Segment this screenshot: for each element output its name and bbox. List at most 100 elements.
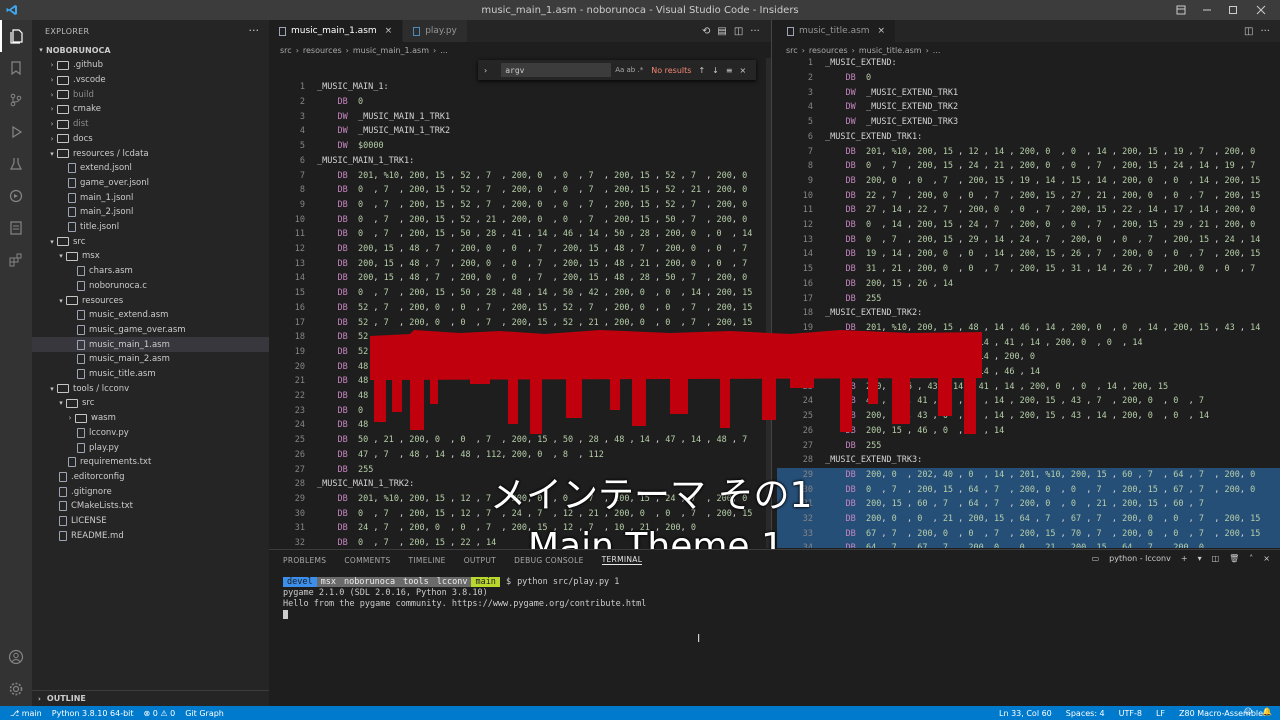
account-icon[interactable]	[0, 641, 32, 673]
split-editor-icon[interactable]: ◫	[734, 26, 743, 37]
run-debug-icon[interactable]	[0, 116, 32, 148]
find-options[interactable]: Aa ab .*	[615, 66, 643, 74]
breadcrumb-item[interactable]: src	[786, 46, 798, 55]
split-terminal-icon[interactable]: ◫	[1212, 554, 1220, 563]
tree-file[interactable]: .gitignore	[32, 484, 269, 499]
code-line[interactable]: 30 DB 0 , 7 , 200, 15 , 64 , 7 , 200, 0 …	[777, 482, 1280, 497]
tab-debug-console[interactable]: DEBUG CONSOLE	[514, 556, 584, 565]
code-line[interactable]: 34 DB 64 , 7 , 67 , 7 , 200, 0 , 0 , 21 …	[777, 541, 1280, 548]
code-line[interactable]: 25 DB 50 , 21 , 200, 0 , 0 , 7 , 200, 15…	[269, 433, 771, 448]
code-line[interactable]: 16 DB 52 , 7 , 200, 0 , 0 , 7 , 200, 15 …	[269, 301, 771, 316]
tree-file[interactable]: music_main_2.asm	[32, 352, 269, 367]
notebook-icon[interactable]	[0, 212, 32, 244]
tab-play-py[interactable]: play.py	[403, 20, 468, 42]
tree-file[interactable]: music_main_1.asm	[32, 337, 269, 352]
tree-file[interactable]: play.py	[32, 440, 269, 455]
code-line[interactable]: 4 DW _MUSIC_EXTEND_TRK2	[777, 100, 1280, 115]
code-line[interactable]: 28 _MUSIC_EXTEND_TRK3:	[777, 453, 1280, 468]
tree-folder[interactable]: ▾ resources	[32, 293, 269, 308]
find-input[interactable]: argv	[501, 63, 612, 77]
code-line[interactable]: 13 DB 0 , 7 , 200, 15 , 29 , 14 , 24 , 7…	[777, 232, 1280, 247]
code-line[interactable]: 16 DB 200, 15 , 26 , 14	[777, 277, 1280, 292]
breadcrumb-item[interactable]: src	[280, 46, 292, 55]
tree-file[interactable]: .editorconfig	[32, 470, 269, 485]
settings-gear-icon[interactable]	[0, 673, 32, 705]
code-line[interactable]: 2 DB 0	[269, 95, 771, 110]
code-line[interactable]: 2 DB 0	[777, 71, 1280, 86]
tree-file[interactable]: music_title.asm	[32, 367, 269, 382]
tree-folder[interactable]: › .github	[32, 58, 269, 73]
code-line[interactable]: 14 DB 19 , 14 , 200, 0 , 0 , 14 , 200, 1…	[777, 247, 1280, 262]
terminal-name[interactable]: python - lcconv	[1109, 554, 1171, 563]
tree-file[interactable]: main_2.jsonl	[32, 205, 269, 220]
language-mode[interactable]: Z80 Macro-Assembler	[1179, 709, 1266, 718]
tree-file[interactable]: title.jsonl	[32, 220, 269, 235]
tree-file[interactable]: requirements.txt	[32, 455, 269, 470]
tree-folder[interactable]: › .vscode	[32, 73, 269, 88]
code-line[interactable]: 27 DB 255	[777, 438, 1280, 453]
chevron-down-icon[interactable]: ▾	[1198, 554, 1202, 563]
open-changes-icon[interactable]: ⟲	[702, 26, 710, 37]
code-line[interactable]: 5 DW _MUSIC_EXTEND_TRK3	[777, 115, 1280, 130]
tree-file[interactable]: chars.asm	[32, 264, 269, 279]
breadcrumb-item[interactable]: music_title.asm	[859, 46, 922, 55]
code-line[interactable]: 7 DB 201, %10, 200, 15 , 52 , 7 , 200, 0…	[269, 168, 771, 183]
code-line[interactable]: 6 _MUSIC_EXTEND_TRK1:	[777, 130, 1280, 145]
tree-file[interactable]: README.md	[32, 528, 269, 543]
branch-indicator[interactable]: ⎇ main	[10, 709, 42, 718]
tab-music-main-1[interactable]: music_main_1.asm ×	[269, 20, 404, 42]
close-tab-icon[interactable]: ×	[385, 26, 393, 36]
code-line[interactable]: 18 _MUSIC_EXTEND_TRK2:	[777, 306, 1280, 321]
code-line[interactable]: 1 _MUSIC_EXTEND:	[777, 58, 1280, 71]
terminal[interactable]: devel msx noborunoca tools lcconv main $…	[283, 576, 646, 620]
code-line[interactable]: 8 DB 0 , 7 , 200, 15 , 24 , 21 , 200, 0 …	[777, 159, 1280, 174]
bookmark-icon[interactable]	[0, 52, 32, 84]
code-line[interactable]: 10 DB 22 , 7 , 200, 0 , 0 , 7 , 200, 15 …	[777, 188, 1280, 203]
chevron-up-icon[interactable]: ˄	[1249, 554, 1253, 563]
code-line[interactable]: 6 _MUSIC_MAIN_1_TRK1:	[269, 154, 771, 169]
code-line[interactable]: 9 DB 200, 0 , 0 , 7 , 200, 15 , 19 , 14 …	[777, 174, 1280, 189]
layout-icon[interactable]	[1168, 0, 1194, 20]
code-line[interactable]: 29 DB 200, 0 , 202, 40 , 0 , 14 , 201, %…	[777, 467, 1280, 483]
code-line[interactable]: 10 DB 0 , 7 , 200, 15 , 52 , 21 , 200, 0…	[269, 212, 771, 227]
find-in-selection-icon[interactable]: ≡	[726, 66, 733, 75]
code-line[interactable]: 4 DW _MUSIC_MAIN_1_TRK2	[269, 124, 771, 139]
files-icon[interactable]	[0, 20, 32, 52]
previous-match-icon[interactable]: ↑	[698, 66, 705, 75]
minimize-icon[interactable]	[1194, 0, 1220, 20]
indentation[interactable]: Spaces: 4	[1066, 709, 1105, 718]
source-control-icon[interactable]	[0, 84, 32, 116]
tree-folder[interactable]: › build	[32, 87, 269, 102]
code-line[interactable]: 33 DB 67 , 7 , 200, 0 , 0 , 7 , 200, 15 …	[777, 526, 1280, 542]
close-panel-icon[interactable]: ×	[1263, 554, 1270, 563]
code-line[interactable]: 3 DW _MUSIC_EXTEND_TRK1	[777, 85, 1280, 100]
tree-folder[interactable]: › docs	[32, 132, 269, 147]
feedback-icon[interactable]: ☺	[1244, 707, 1252, 716]
breadcrumb-item[interactable]: music_main_1.asm	[353, 46, 429, 55]
code-line[interactable]: 26 DB 47 , 7 , 48 , 14 , 48 , 112, 200, …	[269, 448, 771, 463]
breadcrumb-item[interactable]: ...	[440, 46, 448, 55]
tab-output[interactable]: OUTPUT	[464, 556, 496, 565]
outline-section[interactable]: › OUTLINE	[32, 690, 269, 706]
code-line[interactable]: 12 DB 200, 15 , 48 , 7 , 200, 0 , 0 , 7 …	[269, 242, 771, 257]
close-window-icon[interactable]	[1248, 0, 1274, 20]
chevron-right-icon[interactable]: ›	[484, 66, 487, 75]
open-preview-icon[interactable]: ▤	[717, 26, 726, 37]
new-terminal-icon[interactable]: +	[1181, 554, 1188, 563]
tree-folder[interactable]: › wasm	[32, 411, 269, 426]
more-actions-icon[interactable]: ···	[1260, 26, 1270, 37]
tree-file[interactable]: game_over.jsonl	[32, 176, 269, 191]
tree-folder[interactable]: ▾ resources / lcdata	[32, 146, 269, 161]
code-line[interactable]: 14 DB 200, 15 , 48 , 7 , 200, 0 , 0 , 7 …	[269, 271, 771, 286]
tab-timeline[interactable]: TIMELINE	[409, 556, 446, 565]
tree-file[interactable]: extend.jsonl	[32, 161, 269, 176]
code-line[interactable]: 7 DB 201, %10, 200, 15 , 12 , 14 , 200, …	[777, 144, 1280, 159]
tree-folder[interactable]: ▾ tools / lcconv	[32, 381, 269, 396]
test-icon[interactable]	[0, 148, 32, 180]
code-line[interactable]: 15 DB 31 , 21 , 200, 0 , 0 , 7 , 200, 15…	[777, 262, 1280, 277]
code-line[interactable]: 13 DB 200, 15 , 48 , 7 , 200, 0 , 0 , 7 …	[269, 256, 771, 271]
code-line[interactable]: 11 DB 27 , 14 , 22 , 7 , 200, 0 , 0 , 7 …	[777, 203, 1280, 218]
tree-folder[interactable]: › cmake	[32, 102, 269, 117]
code-line[interactable]: 9 DB 0 , 7 , 200, 15 , 52 , 7 , 200, 0 ,…	[269, 198, 771, 213]
code-line[interactable]: 12 DB 0 , 14 , 200, 15 , 24 , 7 , 200, 0…	[777, 218, 1280, 233]
